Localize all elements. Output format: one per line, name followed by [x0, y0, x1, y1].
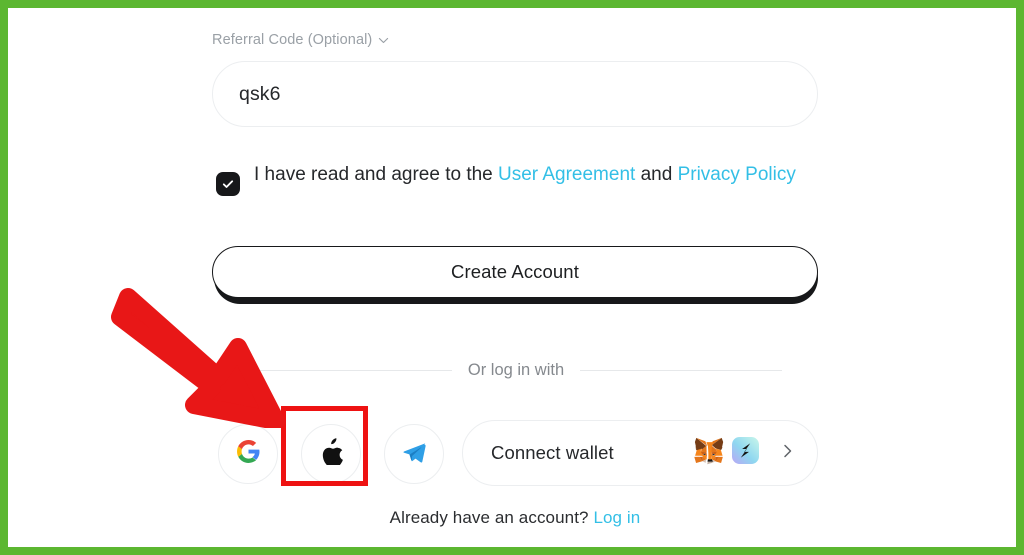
annotated-screenshot-frame: Referral Code (Optional) qsk6 I have rea… — [0, 0, 1024, 555]
terms-agreement-text: I have read and agree to the User Agreem… — [254, 160, 796, 190]
chevron-down-icon[interactable] — [377, 34, 390, 47]
google-icon — [236, 439, 261, 469]
connect-wallet-button[interactable]: Connect wallet — [462, 420, 818, 486]
user-agreement-link[interactable]: User Agreement — [498, 164, 635, 185]
referral-code-label: Referral Code (Optional) — [212, 32, 373, 48]
okx-wallet-icon — [732, 437, 759, 469]
terms-text-between: and — [635, 164, 678, 185]
or-login-with-divider: Or log in with — [250, 361, 783, 380]
apple-icon — [319, 438, 343, 470]
privacy-policy-link[interactable]: Privacy Policy — [678, 164, 796, 185]
create-account-button-wrap: Create Account — [212, 246, 818, 304]
login-link[interactable]: Log in — [593, 508, 640, 527]
referral-code-label-row[interactable]: Referral Code (Optional) — [212, 30, 390, 50]
create-account-button-label: Create Account — [451, 261, 579, 282]
apple-login-button[interactable] — [301, 424, 361, 484]
login-prompt: Already have an account? Log in — [212, 508, 818, 528]
wallet-icons — [694, 437, 759, 470]
create-account-button[interactable]: Create Account — [212, 246, 818, 298]
referral-code-value: qsk6 — [239, 82, 281, 105]
divider-line-right — [580, 370, 783, 371]
referral-code-input[interactable]: qsk6 — [212, 61, 818, 127]
divider-label: Or log in with — [467, 361, 565, 379]
login-prompt-text: Already have an account? — [389, 508, 594, 527]
connect-wallet-label: Connect wallet — [491, 442, 614, 463]
metamask-icon — [694, 437, 724, 470]
google-login-button[interactable] — [218, 424, 278, 484]
terms-text-before: I have read and agree to the — [254, 164, 499, 185]
social-login-row: Connect wallet — [212, 414, 818, 494]
terms-checkbox[interactable] — [216, 172, 240, 196]
divider-line-left — [250, 370, 452, 371]
terms-agreement-row[interactable]: I have read and agree to the User Agreem… — [216, 160, 796, 196]
chevron-right-icon[interactable] — [781, 442, 795, 465]
signup-page: Referral Code (Optional) qsk6 I have rea… — [8, 8, 1016, 547]
check-icon — [222, 180, 234, 188]
annotation-arrow — [108, 283, 298, 428]
telegram-icon — [401, 438, 428, 470]
telegram-login-button[interactable] — [384, 424, 444, 484]
